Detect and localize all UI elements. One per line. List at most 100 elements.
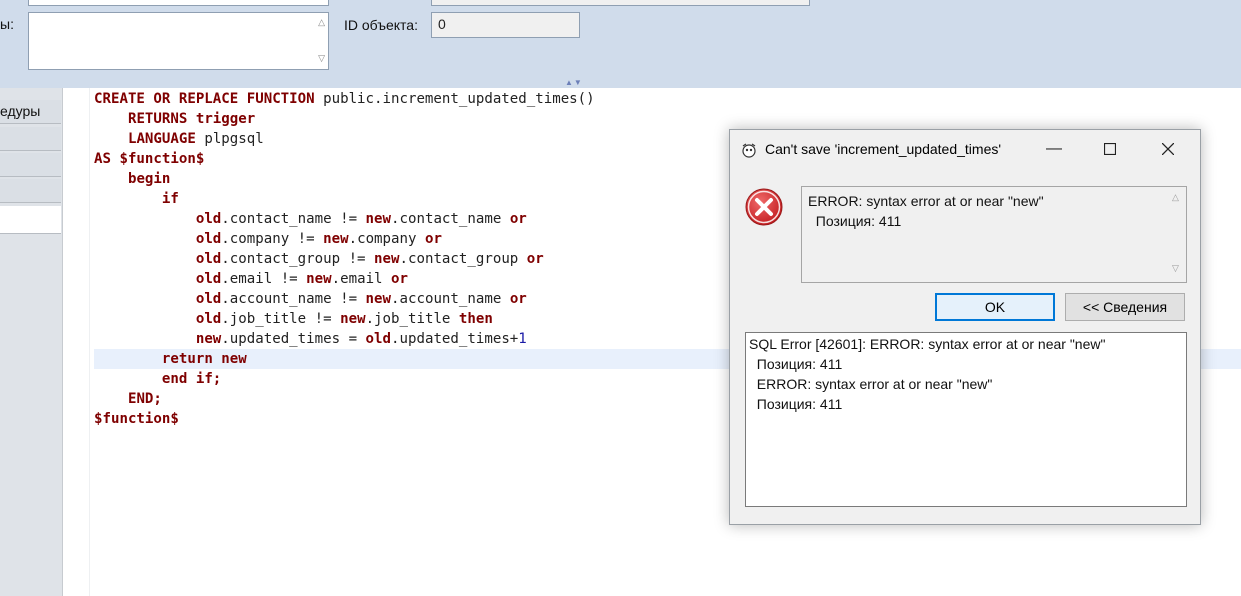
code-token: AS $function$: [94, 151, 205, 167]
details-button[interactable]: << Сведения: [1065, 293, 1185, 321]
code-token: .contact_group: [399, 251, 527, 267]
code-token: .updated_times+: [391, 331, 519, 347]
code-token: return new: [161, 351, 247, 367]
code-token: plpgsql: [195, 131, 264, 147]
object-id-label: ID объекта:: [344, 17, 418, 33]
minimize-icon[interactable]: —: [1040, 138, 1068, 160]
code-token: .job_title !=: [221, 311, 341, 327]
scroll-down-icon[interactable]: ▽: [1172, 263, 1179, 274]
code-line[interactable]: CREATE OR REPLACE FUNCTION public.increm…: [94, 89, 1241, 109]
editor-gutter: [63, 88, 90, 596]
description-textarea[interactable]: △ ▽: [28, 12, 329, 70]
object-id-field[interactable]: 0: [431, 12, 580, 38]
code-token: or: [526, 251, 544, 267]
code-token: new: [340, 311, 366, 327]
tab-procedures-label: едуры: [0, 103, 41, 119]
ok-button[interactable]: OK: [935, 293, 1055, 321]
code-token: .account_name !=: [221, 291, 366, 307]
object-id-value: 0: [438, 16, 446, 32]
code-line[interactable]: RETURNS trigger: [94, 109, 1241, 129]
code-token: old: [195, 271, 222, 287]
tab-4[interactable]: [0, 179, 61, 203]
dialog-title: Can't save 'increment_updated_times': [765, 141, 1002, 157]
tab-2[interactable]: [0, 127, 61, 151]
schema-field[interactable]: [431, 0, 810, 6]
dbeaver-app-icon: [742, 143, 756, 158]
error-icon: [745, 188, 783, 226]
code-token: .job_title: [365, 311, 459, 327]
code-token: new: [365, 211, 392, 227]
code-token: 1: [518, 331, 527, 347]
error-message-line2: Позиция: 411: [808, 213, 902, 229]
code-token: .email !=: [221, 271, 307, 287]
code-token: .updated_times =: [221, 331, 366, 347]
code-token: end if;: [161, 371, 222, 387]
properties-panel: ы: △ ▽ ID объекта: 0 ▲▼: [0, 0, 1241, 88]
name-field[interactable]: [28, 0, 329, 6]
splitter-arrows-icon[interactable]: ▲▼: [565, 78, 583, 87]
code-token: old: [195, 231, 222, 247]
code-token: .company: [348, 231, 425, 247]
error-message-box: ERROR: syntax error at or near "new" Поз…: [801, 186, 1187, 283]
code-token: old: [195, 311, 222, 327]
code-token: old: [195, 291, 222, 307]
code-token: begin: [127, 171, 171, 187]
details-line-2: Позиция: 411: [749, 356, 843, 372]
code-token: END;: [127, 391, 162, 407]
details-line-3: ERROR: syntax error at or near "new": [749, 376, 993, 392]
description-label: ы:: [0, 16, 14, 32]
close-icon[interactable]: [1154, 138, 1182, 160]
code-token: or: [424, 231, 442, 247]
code-token: public.increment_updated_times(): [314, 91, 595, 107]
code-token: .email: [331, 271, 392, 287]
tab-3[interactable]: [0, 153, 61, 177]
tab-source-active[interactable]: [0, 206, 61, 234]
code-token: $function$: [94, 411, 179, 427]
left-tab-strip: едуры: [0, 88, 63, 596]
code-token: .contact_name !=: [221, 211, 366, 227]
code-token: if: [161, 191, 179, 207]
details-line-1: SQL Error [42601]: ERROR: syntax error a…: [749, 336, 1106, 352]
error-box-scrollbar[interactable]: △ ▽: [1168, 187, 1186, 282]
error-message-line1: ERROR: syntax error at or near "new": [808, 193, 1044, 209]
code-token: old: [195, 211, 222, 227]
code-token: old: [365, 331, 392, 347]
code-token: old: [195, 251, 222, 267]
code-token: or: [509, 211, 527, 227]
code-token: .contact_name: [391, 211, 510, 227]
code-token: new: [365, 291, 392, 307]
scroll-up-icon[interactable]: △: [1172, 192, 1179, 203]
code-token: .account_name: [391, 291, 510, 307]
code-token: RETURNS trigger: [127, 111, 256, 127]
code-token: new: [374, 251, 400, 267]
maximize-icon[interactable]: [1096, 138, 1124, 160]
code-token: LANGUAGE: [127, 131, 196, 147]
scroll-down-icon[interactable]: ▽: [318, 53, 325, 64]
code-token: or: [391, 271, 409, 287]
code-token: then: [458, 311, 493, 327]
tab-procedures[interactable]: едуры: [0, 100, 61, 124]
details-line-4: Позиция: 411: [749, 396, 843, 412]
code-token: new: [323, 231, 349, 247]
code-token: CREATE OR REPLACE FUNCTION: [94, 91, 315, 107]
code-token: new: [306, 271, 332, 287]
error-details-textarea[interactable]: SQL Error [42601]: ERROR: syntax error a…: [745, 332, 1187, 507]
code-token: or: [509, 291, 527, 307]
code-token: .contact_group !=: [221, 251, 375, 267]
scroll-up-icon[interactable]: △: [318, 17, 325, 28]
code-token: .company !=: [221, 231, 324, 247]
